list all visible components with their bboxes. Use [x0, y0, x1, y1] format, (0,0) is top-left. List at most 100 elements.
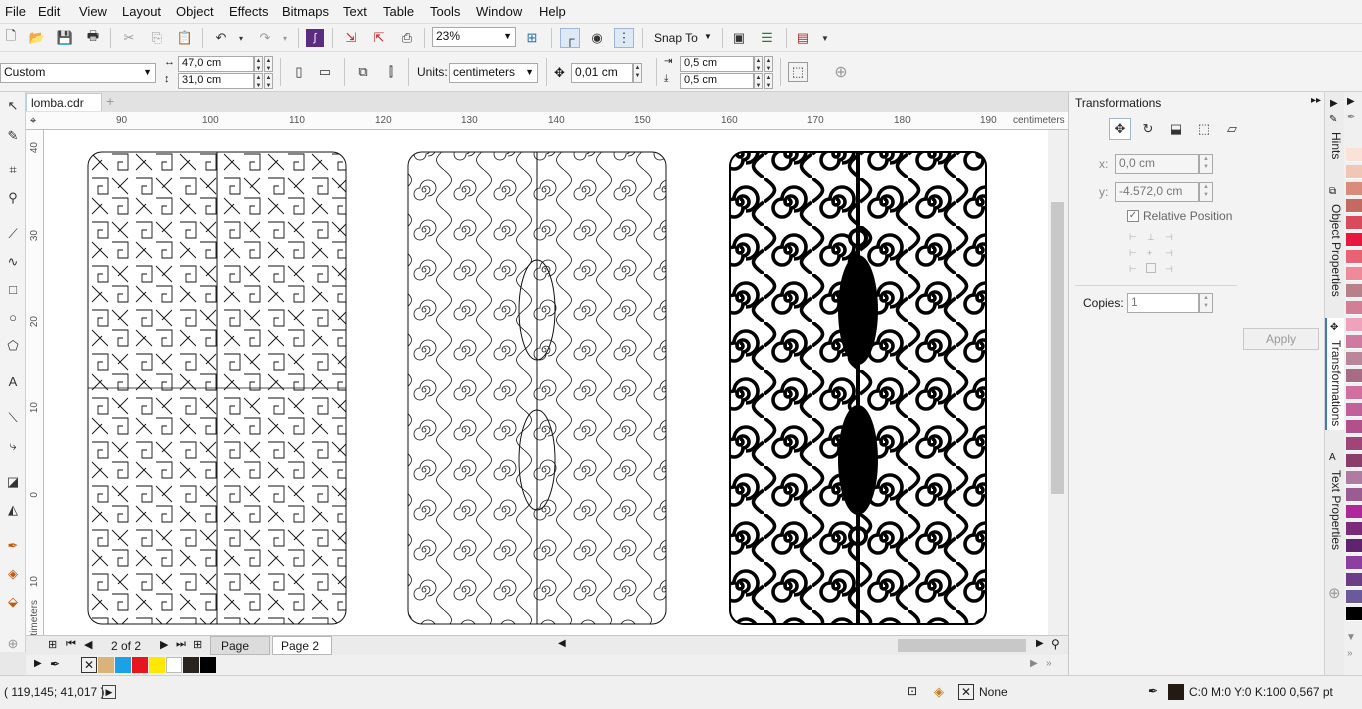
- quick-customize-icon[interactable]: ⊕: [832, 63, 850, 81]
- polygon-tool-icon[interactable]: ⬠: [4, 338, 22, 356]
- prev-page-icon[interactable]: ◀: [84, 638, 92, 651]
- x-position-field[interactable]: 0,0 cm: [1115, 154, 1199, 174]
- text-tool-icon[interactable]: A: [4, 374, 22, 392]
- palette-swatch[interactable]: [1346, 284, 1362, 298]
- page-height-spinner[interactable]: ▲ ▼: [254, 73, 263, 89]
- palette-swatch[interactable]: [1346, 573, 1362, 587]
- import-icon[interactable]: ⇲: [342, 29, 360, 47]
- anchor-point-grid[interactable]: ⊢ ⊥ ⊣ ⊢ + ⊣ ⊢ ⊣: [1127, 230, 1185, 276]
- horizontal-scroll-thumb[interactable]: [898, 639, 1026, 652]
- zoom-to-page-icon[interactable]: ⊞: [523, 29, 541, 47]
- next-page-icon[interactable]: ▶: [160, 638, 168, 651]
- tab-hints[interactable]: Hints: [1329, 132, 1343, 159]
- palette-swatch[interactable]: [1346, 301, 1362, 315]
- nudge-distance-field[interactable]: 0,01 cm: [571, 63, 633, 83]
- menu-table[interactable]: Table: [383, 4, 414, 19]
- add-docker-icon[interactable]: ⊕: [1328, 584, 1341, 602]
- y-position-field[interactable]: -4.572,0 cm: [1115, 182, 1199, 202]
- undo-icon[interactable]: ↶: [212, 29, 230, 47]
- page-height-field[interactable]: 31,0 cm: [178, 73, 254, 89]
- palette-swatch[interactable]: [1346, 403, 1362, 417]
- docker-expand-icon[interactable]: ▸▸: [1311, 95, 1321, 106]
- parallel-dimension-icon[interactable]: ⟍: [4, 410, 22, 428]
- palette-swatch[interactable]: [1346, 335, 1362, 349]
- palette-swatch[interactable]: [1346, 352, 1362, 366]
- palette-swatch[interactable]: [1346, 148, 1362, 162]
- dup-y-spinner-2[interactable]: ▲ ▼: [764, 73, 773, 89]
- palette-scroll-down-icon[interactable]: ▼: [1346, 632, 1356, 643]
- add-page-after-icon[interactable]: ⊞: [193, 638, 202, 651]
- position-mode-icon[interactable]: ✥: [1109, 118, 1131, 140]
- redo-icon[interactable]: ↷: [256, 29, 274, 47]
- swatch-yellow[interactable]: [149, 657, 165, 673]
- new-tab-icon[interactable]: +: [106, 93, 114, 109]
- pick-tool-icon[interactable]: ↖: [4, 98, 22, 116]
- rectangle-tool-icon[interactable]: □: [4, 282, 22, 300]
- drawing-canvas[interactable]: [44, 130, 1048, 635]
- palette-swatch[interactable]: [1346, 233, 1362, 247]
- pattern-spiral-outline[interactable]: [407, 151, 667, 625]
- swatch-red[interactable]: [132, 657, 148, 673]
- document-tab[interactable]: lomba.cdr: [26, 93, 102, 111]
- copies-spinner[interactable]: ▲ ▼: [1199, 293, 1213, 313]
- horizontal-ruler[interactable]: 90 100 110 120 130 140 150 160 170 180 1…: [26, 112, 1068, 130]
- print-icon[interactable]: 🖶: [84, 28, 102, 47]
- swatch-tan[interactable]: [98, 657, 114, 673]
- relative-position-checkbox[interactable]: ✓: [1127, 210, 1139, 222]
- page-width-spinner-2[interactable]: ▲ ▼: [264, 56, 273, 72]
- save-icon[interactable]: 💾: [56, 29, 74, 47]
- swatch-dark-brown[interactable]: [183, 657, 199, 673]
- palette-swatch[interactable]: [1346, 420, 1362, 434]
- menu-effects[interactable]: Effects: [229, 4, 269, 19]
- palette-swatch[interactable]: [1346, 505, 1362, 519]
- no-color-swatch[interactable]: ✕: [81, 657, 97, 673]
- first-page-icon[interactable]: ⏮: [66, 638, 76, 651]
- pattern-spiral-filled[interactable]: [729, 151, 987, 625]
- skew-mode-icon[interactable]: ▱: [1223, 120, 1241, 138]
- new-document-icon[interactable]: 🗋: [2, 28, 20, 47]
- color-proof-icon[interactable]: ⊡: [907, 684, 917, 698]
- page-preset-select[interactable]: Custom ▼: [0, 63, 156, 83]
- menu-file[interactable]: File: [5, 4, 26, 19]
- palette-swatch[interactable]: [1346, 386, 1362, 400]
- page-width-spinner[interactable]: ▲ ▼: [254, 56, 263, 72]
- nudge-spinner[interactable]: ▲ ▼: [633, 63, 642, 83]
- menu-layout[interactable]: Layout: [122, 4, 161, 19]
- palette-swatch[interactable]: [1346, 522, 1362, 536]
- freehand-tool-icon[interactable]: ⟋: [4, 226, 22, 244]
- navigator-zoom-icon[interactable]: ⚲: [1051, 637, 1060, 651]
- ellipse-tool-icon[interactable]: ○: [4, 310, 22, 328]
- palette-swatch[interactable]: [1346, 165, 1362, 179]
- duplicate-distance-y-field[interactable]: 0,5 cm: [680, 73, 754, 89]
- menu-tools[interactable]: Tools: [430, 4, 460, 19]
- current-page-icon[interactable]: ⫿: [382, 63, 400, 81]
- rotate-mode-icon[interactable]: ↻: [1139, 120, 1157, 138]
- palette-scroll-up-icon[interactable]: ▶: [1347, 96, 1355, 107]
- welcome-screen-icon[interactable]: ▤: [794, 29, 812, 47]
- page-tab-2[interactable]: Page 2: [272, 636, 332, 655]
- application-launcher-icon[interactable]: ☰: [758, 29, 776, 47]
- duplicate-distance-x-field[interactable]: 0,5 cm: [680, 56, 754, 72]
- cut-icon[interactable]: ✂: [120, 29, 138, 47]
- ruler-origin-icon[interactable]: ⌖: [30, 115, 36, 128]
- corel-connect-icon[interactable]: ∫: [306, 29, 324, 47]
- palette-eyedropper-icon[interactable]: ✒: [1347, 112, 1355, 123]
- snap-to-dropdown[interactable]: Snap To: [654, 31, 698, 45]
- drop-shadow-icon[interactable]: ◪: [4, 474, 22, 492]
- palette-swatch[interactable]: [1346, 539, 1362, 553]
- add-page-before-icon[interactable]: ⊞: [48, 638, 57, 651]
- scroll-left-icon[interactable]: ◀: [558, 638, 566, 649]
- palette-more-icon[interactable]: »: [1347, 648, 1353, 659]
- publish-pdf-icon[interactable]: ⎙: [398, 29, 416, 47]
- export-icon[interactable]: ⇱: [370, 29, 388, 47]
- docker-tabs-scroll-icon[interactable]: ▶: [1330, 98, 1338, 109]
- palette-swatch[interactable]: [1346, 369, 1362, 383]
- outline-color-swatch[interactable]: [1168, 684, 1184, 700]
- size-mode-icon[interactable]: ⬚: [1195, 120, 1213, 138]
- palette-swatch[interactable]: [1346, 556, 1362, 570]
- all-pages-icon[interactable]: ⧉: [354, 63, 372, 81]
- scroll-right-icon[interactable]: ▶: [1036, 638, 1044, 649]
- landscape-icon[interactable]: ▭: [316, 63, 334, 81]
- crop-tool-icon[interactable]: ⌗: [4, 162, 22, 180]
- copies-field[interactable]: 1: [1127, 293, 1199, 313]
